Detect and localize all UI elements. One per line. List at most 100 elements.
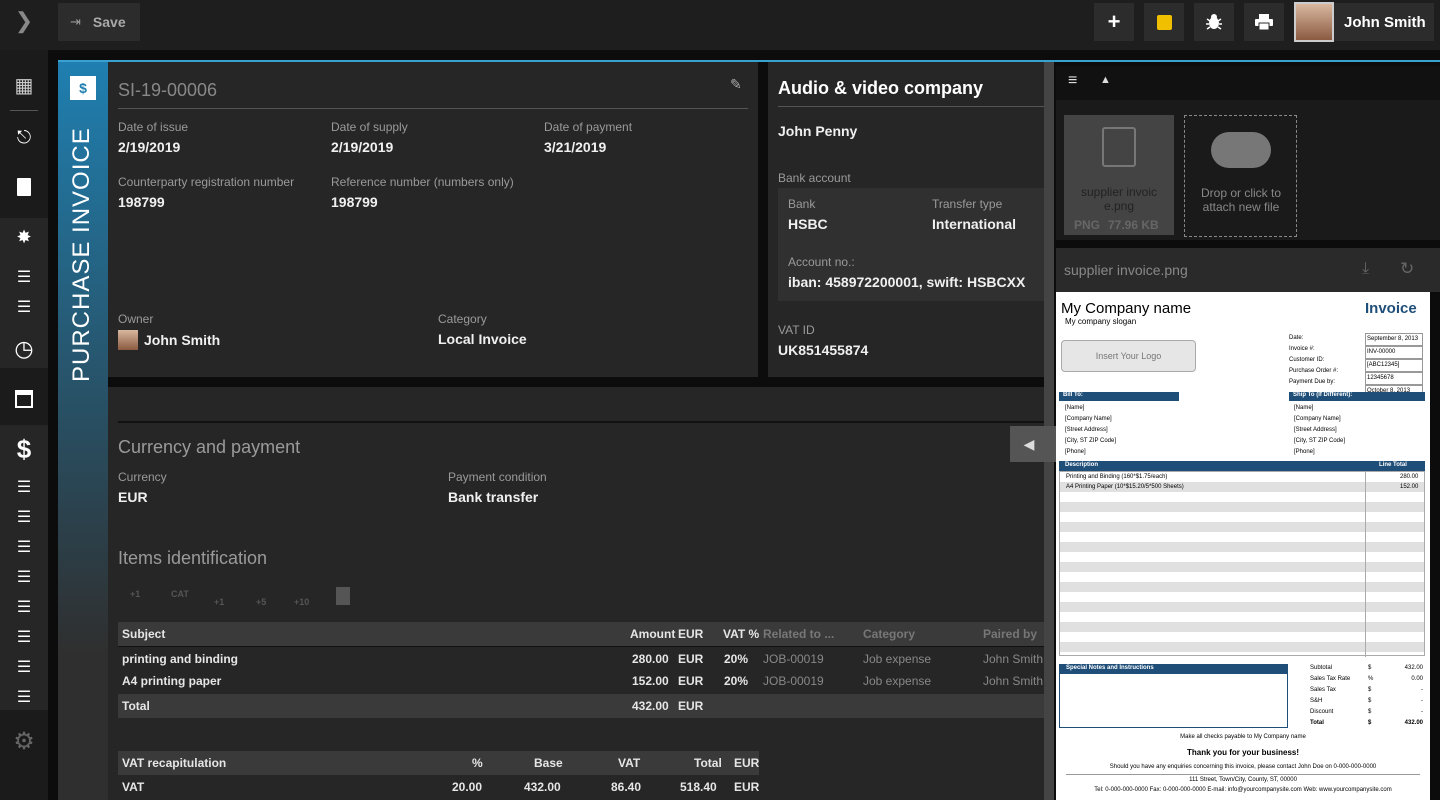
attachment-tile[interactable]: supplier invoic e.png PNG 77.96 KB xyxy=(1064,115,1174,235)
doc-slogan: My company slogan xyxy=(1065,317,1137,326)
add-one-button[interactable]: +1 xyxy=(130,589,140,599)
edit-pencil-icon[interactable]: ✎ xyxy=(730,76,742,93)
download-icon[interactable]: ⤓ xyxy=(1362,260,1369,278)
cell-subject: A4 printing paper xyxy=(122,674,222,688)
total-amount: 432.00 xyxy=(632,699,669,713)
table-row[interactable]: A4 printing paper 152.00 EUR 20% JOB-000… xyxy=(118,669,1044,693)
payment-condition-label: Payment condition xyxy=(448,470,547,484)
contact-person: John Penny xyxy=(778,123,858,139)
trash-icon[interactable] xyxy=(336,587,350,605)
save-button[interactable]: ⇥ Save xyxy=(58,3,140,41)
chevron-right-icon: ❯ xyxy=(14,8,34,33)
list-icon: ☰ xyxy=(16,689,32,706)
rail-list-4[interactable]: ☰ xyxy=(0,502,48,532)
transfer-label: Transfer type xyxy=(932,197,1003,211)
rail-list-9[interactable]: ☰ xyxy=(0,652,48,682)
cell-currency: EUR xyxy=(678,652,704,666)
company-name[interactable]: Audio & video company xyxy=(778,78,983,99)
doc-company: My Company name xyxy=(1061,300,1192,317)
sticky-note-icon xyxy=(1156,14,1172,30)
collapse-left-icon[interactable]: ◀ xyxy=(1024,436,1035,453)
rail-list-5[interactable]: ☰ xyxy=(0,532,48,562)
rail-list-7[interactable]: ☰ xyxy=(0,592,48,622)
rail-history[interactable]: ◷ xyxy=(0,334,48,364)
doc-meta-values: September 8, 2013 INV-00000 [ABC12345] 1234… xyxy=(1365,333,1423,398)
drop-zone[interactable]: Drop or click to attach new file xyxy=(1184,115,1297,237)
user-menu[interactable]: John Smith xyxy=(1294,2,1434,42)
list-view-icon[interactable]: ≡ xyxy=(1068,72,1077,90)
sign-in-icon: ⇥ xyxy=(70,14,81,29)
add-five-rows-button[interactable]: +5 xyxy=(256,597,266,607)
currency-section-title: Currency and payment xyxy=(118,437,301,457)
details-panel: Currency and payment Currency EUR Payment… xyxy=(108,387,1044,800)
cell-vat-name: VAT xyxy=(122,780,145,794)
add-ten-rows-button[interactable]: +10 xyxy=(294,597,309,607)
list-icon: ☰ xyxy=(16,299,32,316)
col-vat[interactable]: VAT % xyxy=(723,627,759,641)
cell-amount: 280.00 xyxy=(632,652,669,666)
attachment-type: PNG xyxy=(1074,218,1101,232)
list-icon: ☰ xyxy=(16,269,32,286)
add-button[interactable]: + xyxy=(1094,3,1134,41)
doc-thanks: Thank you for your business! xyxy=(1186,748,1299,757)
col-related[interactable]: Related to ... xyxy=(763,627,834,641)
rail-tools[interactable]: ✸ xyxy=(0,222,48,252)
collapse-up-icon[interactable]: ▲ xyxy=(1100,74,1111,86)
rail-list-2[interactable]: ☰ xyxy=(0,292,48,322)
transfer-value: International xyxy=(932,216,1017,232)
category-label: Category xyxy=(438,312,487,326)
cell-base: 432.00 xyxy=(524,780,561,794)
cell-vat-amount: 86.40 xyxy=(611,780,642,794)
rail-workflow[interactable]: ⎋ xyxy=(0,122,48,152)
bank-value: HSBC xyxy=(788,216,828,232)
col-cur: EUR xyxy=(734,756,760,770)
attachments-area: supplier invoic e.png PNG 77.96 KB Drop … xyxy=(1056,100,1440,240)
col-paired[interactable]: Paired by xyxy=(983,627,1037,641)
cell-related[interactable]: JOB-00019 xyxy=(763,674,824,688)
plus-icon: + xyxy=(1107,9,1121,34)
sticky-note-button[interactable] xyxy=(1144,3,1184,41)
bank-account-label: Bank account xyxy=(778,171,851,185)
rail-list-6[interactable]: ☰ xyxy=(0,562,48,592)
print-button[interactable] xyxy=(1244,3,1284,41)
field-label: Date of supply xyxy=(331,120,408,134)
col-subject[interactable]: Subject xyxy=(122,627,165,641)
rail-list-1[interactable]: ☰ xyxy=(0,262,48,292)
list-icon: ☰ xyxy=(16,479,32,496)
save-label: Save xyxy=(92,14,126,30)
items-toolbar: +1 CAT +1 +5 +10 xyxy=(128,587,358,611)
cell-related[interactable]: JOB-00019 xyxy=(763,652,824,666)
rail-finance[interactable]: $ xyxy=(0,434,48,464)
col-currency[interactable]: EUR xyxy=(678,627,703,641)
account-value: iban: 458972200001, swift: HSBCXX xyxy=(788,274,1026,290)
col-category[interactable]: Category xyxy=(863,627,915,641)
doc-lines-table: Printing and Binding (160*$1.75/each) 28… xyxy=(1059,471,1425,657)
rail-calendar[interactable] xyxy=(0,384,48,414)
rail-dashboard[interactable]: ▦ xyxy=(0,70,48,100)
cell-pct: 20.00 xyxy=(452,780,483,794)
category-value: Local Invoice xyxy=(438,331,527,347)
doc-enquiries: Should you have any enquiries concerning… xyxy=(1109,764,1377,770)
currency-value: EUR xyxy=(118,489,148,505)
date-of-payment: 3/21/2019 xyxy=(544,139,607,155)
add-category-button[interactable]: CAT xyxy=(171,589,189,599)
preview-header: supplier invoice.png ⤓ ↻ xyxy=(1056,248,1440,292)
currency-label: Currency xyxy=(118,470,167,484)
refresh-icon[interactable]: ↻ xyxy=(1400,259,1414,279)
rail-list-8[interactable]: ☰ xyxy=(0,622,48,652)
table-row[interactable]: printing and binding 280.00 EUR 20% JOB-… xyxy=(118,646,1044,670)
bank-label: Bank xyxy=(788,197,816,211)
add-one-row-button[interactable]: +1 xyxy=(214,597,224,607)
rail-documents[interactable] xyxy=(0,172,48,202)
col-vat-recap: VAT recapitulation xyxy=(122,756,227,770)
rail-settings[interactable]: ⚙ xyxy=(0,726,48,756)
doc-title: Invoice xyxy=(1365,300,1417,317)
col-amount[interactable]: Amount xyxy=(630,627,675,641)
expand-sidebar-button[interactable]: ❯ xyxy=(0,0,48,42)
rail-list-10[interactable]: ☰ xyxy=(0,682,48,712)
doc-bill-to: Bill To: xyxy=(1059,392,1179,401)
cell-subject: printing and binding xyxy=(122,652,238,666)
counterparty-panel: Audio & video company John Penny Bank ac… xyxy=(768,62,1044,377)
bug-report-button[interactable] xyxy=(1194,3,1234,41)
rail-list-3[interactable]: ☰ xyxy=(0,472,48,502)
